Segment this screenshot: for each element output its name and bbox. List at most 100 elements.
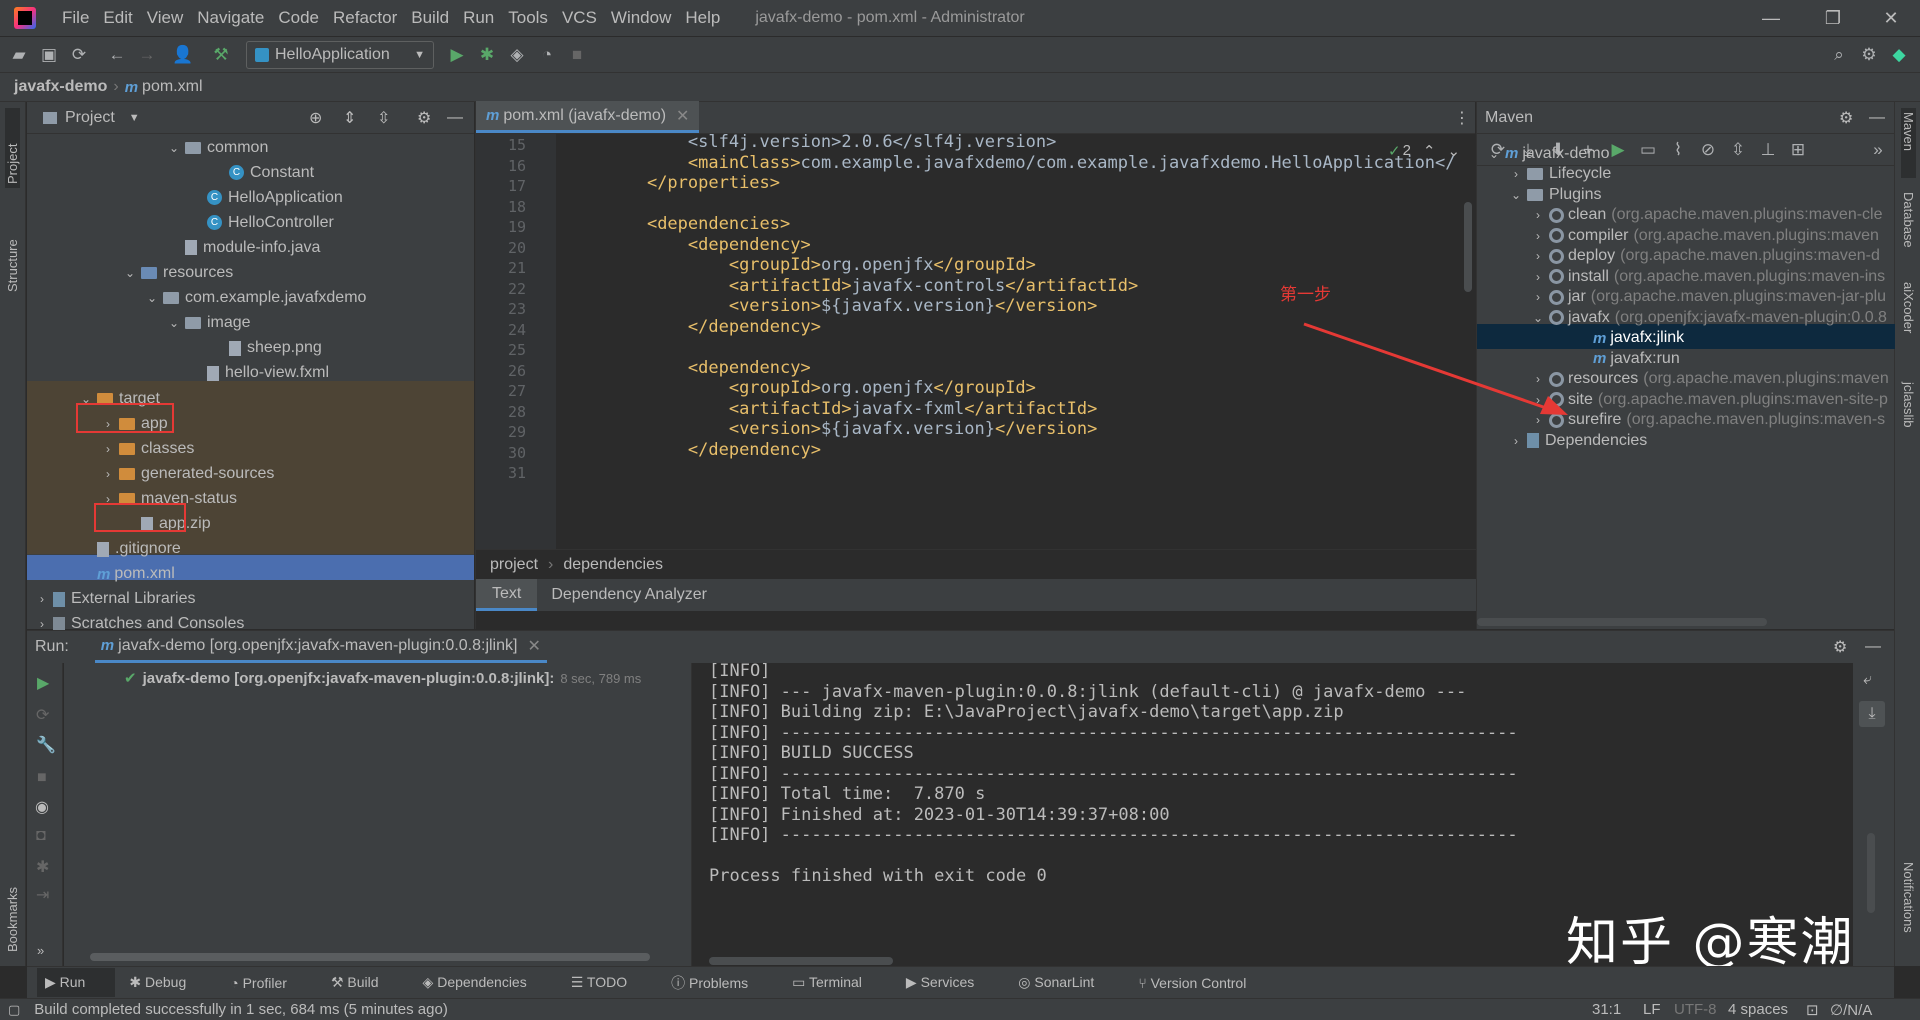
camera-icon[interactable]: ◘ <box>36 827 46 845</box>
code-line[interactable]: <slf4j.version>2.0.6</slf4j.version> <box>606 132 1056 152</box>
minimize-button[interactable]: — <box>1746 0 1796 36</box>
editor-tab-pom[interactable]: m pom.xml (javafx-demo) ✕ <box>476 101 700 133</box>
menu-tools[interactable]: Tools <box>501 8 555 28</box>
menu-navigate[interactable]: Navigate <box>190 8 271 28</box>
search-icon[interactable]: ⌕ <box>1824 40 1854 70</box>
chevron-right-icon[interactable]: › <box>101 467 115 481</box>
menu-file[interactable]: File <box>55 8 96 28</box>
vcs-status[interactable]: ∅/N/A <box>1830 1001 1872 1019</box>
tab-dependency-analyzer[interactable]: Dependency Analyzer <box>537 586 721 604</box>
locate-target-icon[interactable]: ⊕ <box>309 108 322 128</box>
chevron-down-icon[interactable]: ⌄ <box>1448 142 1461 160</box>
settings-gear-icon[interactable]: ⚙ <box>1839 108 1853 128</box>
forward-arrow-icon[interactable]: → <box>132 40 162 70</box>
tab-bookmarks[interactable]: Bookmarks <box>5 862 20 952</box>
menu-run[interactable]: Run <box>456 8 501 28</box>
status-message[interactable]: Build completed successfully in 1 sec, 6… <box>34 1001 448 1018</box>
settings-gear-icon[interactable]: ⚙ <box>417 108 431 128</box>
eye-icon[interactable]: ◉ <box>35 797 49 817</box>
project-tree-item[interactable]: m pom.xml <box>79 562 175 587</box>
user-icon[interactable]: 👤 <box>168 40 198 70</box>
chevron-down-icon[interactable]: ⌄ <box>1487 147 1501 161</box>
chevron-right-icon[interactable]: › <box>1509 167 1523 181</box>
execute-goal-icon[interactable]: ▭ <box>1633 135 1663 165</box>
rerun-icon[interactable]: ▶ <box>37 673 49 693</box>
breadcrumb-file[interactable]: pom.xml <box>142 78 202 96</box>
save-icon[interactable]: ▣ <box>34 40 64 70</box>
project-tree-item[interactable]: hello-view.fxml <box>189 361 329 386</box>
chevron-right-icon[interactable]: › <box>101 442 115 456</box>
show-dependencies-icon[interactable]: ⊥ <box>1753 135 1783 165</box>
chevron-down-icon[interactable]: ⌄ <box>167 316 181 330</box>
tab-jclasslib[interactable]: jclasslib <box>1901 382 1916 462</box>
run-configuration-select[interactable]: HelloApplication ▼ <box>246 40 434 69</box>
tab-maven[interactable]: Maven <box>1901 108 1916 178</box>
soft-wrap-icon[interactable]: ⤶ <box>1863 671 1872 689</box>
open-folder-icon[interactable]: ▰ <box>4 40 34 70</box>
project-tree-item[interactable]: .gitignore <box>79 537 181 562</box>
console-horizontal-scrollbar[interactable] <box>709 957 893 965</box>
tab-structure[interactable]: Structure <box>5 202 20 292</box>
tab-version-control[interactable]: ⑂ Version Control <box>1138 975 1268 991</box>
breadcrumb-dependencies-tag[interactable]: dependencies <box>563 556 663 574</box>
code-line[interactable]: <groupId>org.openjfx</groupId> <box>606 255 1036 275</box>
close-tab-icon[interactable]: ✕ <box>527 636 540 656</box>
tab-profiler[interactable]: ◔ Profiler <box>230 975 309 991</box>
tab-terminal[interactable]: ▭ Terminal <box>792 974 884 991</box>
exit-icon[interactable]: ⇥ <box>36 885 49 905</box>
tab-sonarlint[interactable]: ◎ SonarLint <box>1018 974 1116 991</box>
caret-position[interactable]: 31:1 <box>1592 1001 1621 1018</box>
run-tab[interactable]: m javafx-demo [org.openjfx:javafx-maven-… <box>94 631 547 663</box>
maven-horizontal-scrollbar[interactable] <box>1477 618 1767 626</box>
chevron-down-icon[interactable]: ⌄ <box>123 266 137 280</box>
project-tree-item[interactable]: ⌄ common <box>167 135 268 160</box>
project-tree-item[interactable]: C HelloController <box>189 210 334 235</box>
menu-help[interactable]: Help <box>678 8 727 28</box>
project-panel-title[interactable]: Project <box>65 109 115 127</box>
debug-bug-icon[interactable]: ✱ <box>472 40 502 70</box>
sync-icon[interactable]: ⟳ <box>64 40 94 70</box>
profile-icon[interactable]: ◔ <box>532 40 562 70</box>
back-arrow-icon[interactable]: ← <box>102 40 132 70</box>
skip-tests-icon[interactable]: ⊘ <box>1693 135 1723 165</box>
chevron-right-icon[interactable]: › <box>1531 208 1545 222</box>
project-tree-item[interactable]: › External Libraries <box>35 587 196 612</box>
code-line[interactable]: <mainClass>com.example.javafxdemo/com.ex… <box>606 153 1456 173</box>
close-tab-icon[interactable]: ✕ <box>676 106 689 126</box>
toggle-offline-icon[interactable]: ⌇ <box>1663 135 1693 165</box>
project-tree-item[interactable]: ⌄ image <box>167 311 251 336</box>
menu-window[interactable]: Window <box>604 8 678 28</box>
chevron-down-icon[interactable]: ▼ <box>129 112 140 124</box>
scroll-to-end-icon[interactable]: ⤓ <box>1859 701 1885 727</box>
menu-refactor[interactable]: Refactor <box>326 8 404 28</box>
lock-icon[interactable]: ⊡ <box>1806 1001 1819 1019</box>
code-line[interactable]: <artifactId>javafx-fxml</artifactId> <box>606 399 1097 419</box>
chevron-right-icon[interactable]: › <box>1509 434 1523 448</box>
menu-view[interactable]: View <box>140 8 191 28</box>
chevron-down-icon[interactable]: ⌄ <box>145 291 159 305</box>
status-window-icon[interactable]: ▢ <box>8 1002 20 1018</box>
stop-icon[interactable]: ■ <box>562 40 592 70</box>
more-options-icon[interactable]: ⋮ <box>1454 108 1470 128</box>
chevron-right-icon[interactable]: › <box>1531 249 1545 263</box>
project-tree-item[interactable]: sheep.png <box>211 336 322 361</box>
chevron-up-icon[interactable]: ⌃ <box>1423 142 1436 160</box>
chevron-down-icon[interactable]: ⌄ <box>1509 188 1523 202</box>
tab-run[interactable]: ▶ Run <box>37 968 116 997</box>
tab-aixcoder[interactable]: aiXcoder <box>1901 282 1916 362</box>
chevron-right-icon[interactable]: › <box>35 592 49 606</box>
breadcrumb-project-tag[interactable]: project <box>490 556 538 574</box>
menu-edit[interactable]: Edit <box>96 8 139 28</box>
tab-project[interactable]: Project <box>5 108 20 188</box>
project-tree-item[interactable]: module-info.java <box>167 235 320 260</box>
hide-panel-icon[interactable]: — <box>447 109 463 127</box>
run-tree-scrollbar[interactable] <box>90 953 650 961</box>
collapse-icon[interactable]: ⇳ <box>1723 135 1753 165</box>
code-line[interactable]: <dependency> <box>606 235 811 255</box>
tab-database[interactable]: Database <box>1901 192 1916 272</box>
collapse-all-icon[interactable]: ⇳ <box>377 108 390 128</box>
more-icon[interactable]: » <box>37 943 44 958</box>
settings-gear-icon[interactable]: ⚙ <box>1854 40 1884 70</box>
maximize-button[interactable]: ❐ <box>1808 0 1858 36</box>
editor-vertical-scrollbar[interactable] <box>1464 202 1472 292</box>
